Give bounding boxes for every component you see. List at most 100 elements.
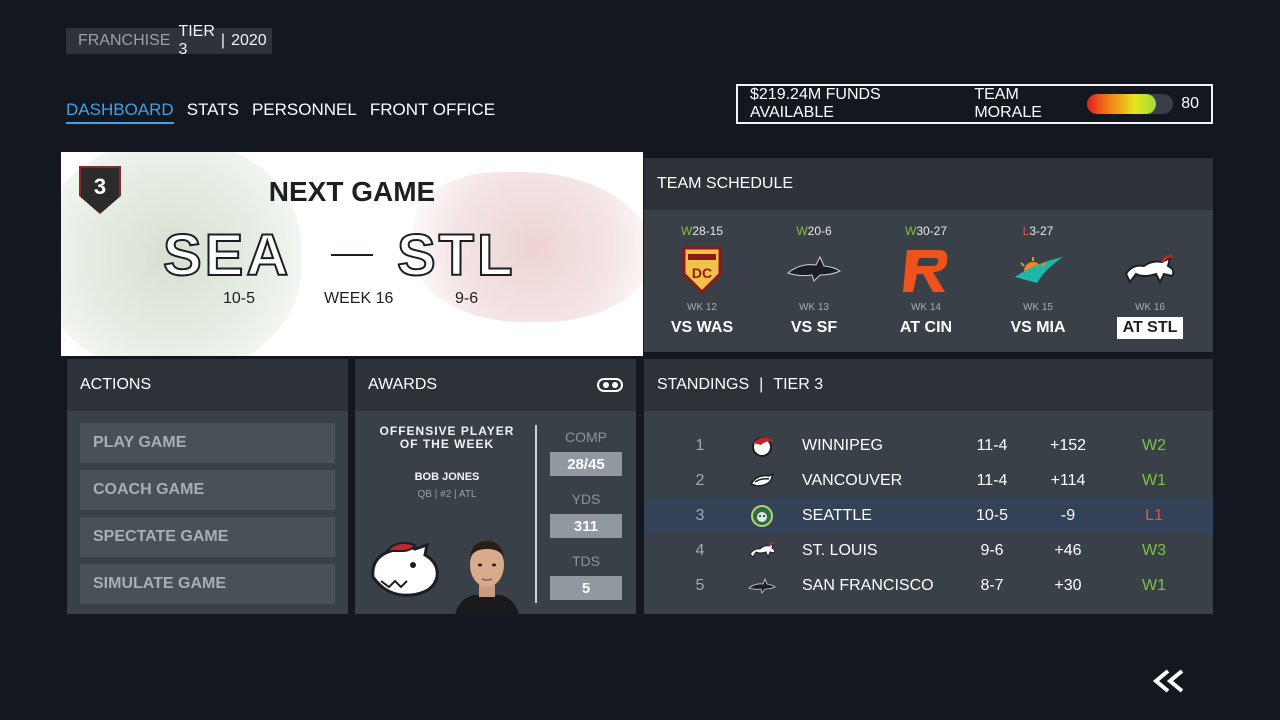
standings-row-own-team[interactable]: 3 SEATTLE 10-5 -9 L1 <box>644 498 1213 533</box>
awards-header: AWARDS <box>355 359 636 411</box>
schedule-game[interactable]: WK 16 AT STL <box>1094 210 1206 352</box>
schedule-list: W28-15 DC WK 12 VS WAS W20-6 WK 13 VS SF… <box>644 210 1213 352</box>
team-schedule-title: TEAM SCHEDULE <box>644 158 1213 210</box>
standings-rank: 5 <box>695 576 705 594</box>
tab-front-office[interactable]: FRONT OFFICE <box>370 100 495 124</box>
play-game-button[interactable]: PLAY GAME <box>80 423 335 463</box>
game-week: WK 15 <box>1022 302 1053 313</box>
seattle-logo-icon <box>748 504 776 527</box>
team-morale-value: 80 <box>1181 95 1199 112</box>
coach-game-button[interactable]: COACH GAME <box>80 470 335 510</box>
shark-logo-icon <box>758 244 870 296</box>
game-score: 28-15 <box>692 224 724 238</box>
team-schedule-panel: TEAM SCHEDULE W28-15 DC WK 12 VS WAS W20… <box>644 158 1213 352</box>
schedule-game[interactable]: L3-27 WK 15 VS MIA <box>982 210 1094 352</box>
game-score: 3-27 <box>1029 224 1054 238</box>
game-week: WEEK 16 <box>324 290 394 307</box>
standings-title: STANDINGS <box>657 376 750 393</box>
game-result: W20-6 <box>758 224 870 238</box>
standings-row[interactable]: 2 VANCOUVER 11-4 +114 W1 <box>644 463 1213 498</box>
standings-streak: W1 <box>1142 576 1166 594</box>
awards-title: AWARDS <box>368 376 438 393</box>
stat-label-comp: COMP <box>565 429 607 445</box>
standings-team: VANCOUVER <box>802 471 903 489</box>
washington-logo-icon: DC <box>646 244 758 296</box>
award-title-line2: OF THE WEEK <box>399 437 495 451</box>
standings-row[interactable]: 4 ST. LOUIS 9-6 +46 W3 <box>644 533 1213 568</box>
standings-table: 1 WINNIPEG 11-4 +152 W2 2 VANCOUVER 11-4… <box>644 411 1213 614</box>
cincinnati-logo-icon <box>870 244 982 296</box>
standings-row[interactable]: 5 SAN FRANCISCO 8-7 +30 W1 <box>644 568 1213 603</box>
result-letter: W <box>796 224 808 238</box>
standings-record: 9-6 <box>980 541 1004 559</box>
game-opponent-current: AT STL <box>1116 317 1184 339</box>
game-result <box>1094 224 1206 238</box>
season-year: 2020 <box>231 32 267 49</box>
actions-list: PLAY GAME COACH GAME SPECTATE GAME SIMUL… <box>67 411 348 614</box>
standings-point-diff: +114 <box>1050 471 1086 489</box>
standings-streak: L1 <box>1145 506 1163 524</box>
standings-rank: 3 <box>695 506 705 524</box>
versus-dash <box>331 254 373 256</box>
spectate-game-button[interactable]: SPECTATE GAME <box>80 517 335 557</box>
game-week: WK 16 <box>1134 302 1165 313</box>
standings-row[interactable]: 1 WINNIPEG 11-4 +152 W2 <box>644 428 1213 463</box>
award-title: OFFENSIVE PLAYER OF THE WEEK <box>363 425 531 451</box>
standings-team: SEATTLE <box>802 506 872 524</box>
tab-personnel[interactable]: PERSONNEL <box>252 100 357 124</box>
header-separator: | <box>220 32 226 49</box>
stat-label-tds: TDS <box>572 553 600 569</box>
standings-team: SAN FRANCISCO <box>802 576 934 594</box>
mode-label: FRANCHISE <box>78 32 171 49</box>
stat-value-comp: 28/45 <box>550 452 622 476</box>
standings-panel: STANDINGS | TIER 3 1 WINNIPEG 11-4 +152 … <box>644 359 1213 614</box>
atlanta-mascot-icon <box>371 542 439 597</box>
simulate-game-button[interactable]: SIMULATE GAME <box>80 564 335 604</box>
game-result: W28-15 <box>646 224 758 238</box>
standings-team: ST. LOUIS <box>802 541 878 559</box>
toggle-icon[interactable] <box>597 378 623 392</box>
standings-streak: W1 <box>1142 471 1166 489</box>
awards-panel: AWARDS OFFENSIVE PLAYER OF THE WEEK BOB … <box>355 359 636 615</box>
result-letter: W <box>680 224 693 238</box>
actions-title: ACTIONS <box>67 359 348 411</box>
mode-badge: FRANCHISE TIER 3 | 2020 <box>66 23 272 58</box>
stat-value-yds: 311 <box>550 514 622 538</box>
award-card: OFFENSIVE PLAYER OF THE WEEK BOB JONES Q… <box>355 411 636 615</box>
schedule-game[interactable]: W30-27 WK 14 AT CIN <box>870 210 982 352</box>
standings-record: 10-5 <box>975 506 1009 524</box>
game-opponent: VS MIA <box>1010 319 1066 336</box>
stat-label-yds: YDS <box>571 491 601 507</box>
sanfrancisco-logo-icon <box>748 575 776 597</box>
tab-dashboard[interactable]: DASHBOARD <box>66 100 174 124</box>
schedule-game[interactable]: W28-15 DC WK 12 VS WAS <box>646 210 758 352</box>
game-week: WK 12 <box>686 302 717 313</box>
stlouis-logo-icon <box>748 540 776 562</box>
game-score: 30-27 <box>916 224 948 238</box>
standings-point-diff: +152 <box>1049 436 1087 454</box>
standings-rank: 4 <box>695 541 705 559</box>
standings-streak: W2 <box>1142 436 1166 454</box>
vancouver-logo-icon <box>748 470 776 492</box>
schedule-game[interactable]: W20-6 WK 13 VS SF <box>758 210 870 352</box>
result-letter: W <box>904 224 917 238</box>
game-result: W30-27 <box>870 224 982 238</box>
winnipeg-logo-icon <box>748 435 776 457</box>
award-divider <box>535 425 537 603</box>
standings-record: 11-4 <box>976 436 1008 454</box>
tab-stats[interactable]: STATS <box>187 100 239 124</box>
next-game-card[interactable]: 3 NEXT GAME SEA STL 10-5 WEEK 16 9-6 <box>61 152 643 356</box>
game-week: WK 14 <box>910 302 941 313</box>
back-double-chevron-icon[interactable] <box>1150 667 1186 695</box>
award-title-line1: OFFENSIVE PLAYER <box>379 424 515 438</box>
away-team-record: 9-6 <box>455 290 479 307</box>
home-team-abbr: SEA <box>162 222 292 289</box>
tier-label: TIER 3 <box>178 23 215 58</box>
team-morale-meter <box>1086 94 1174 114</box>
standings-point-diff: +30 <box>1054 576 1082 594</box>
player-meta: QB | #2 | ATL <box>417 489 477 500</box>
standings-team: WINNIPEG <box>802 436 883 454</box>
game-score: 20-6 <box>807 224 832 238</box>
actions-panel: ACTIONS PLAY GAME COACH GAME SPECTATE GA… <box>67 359 348 614</box>
stat-value-tds: 5 <box>550 576 622 600</box>
